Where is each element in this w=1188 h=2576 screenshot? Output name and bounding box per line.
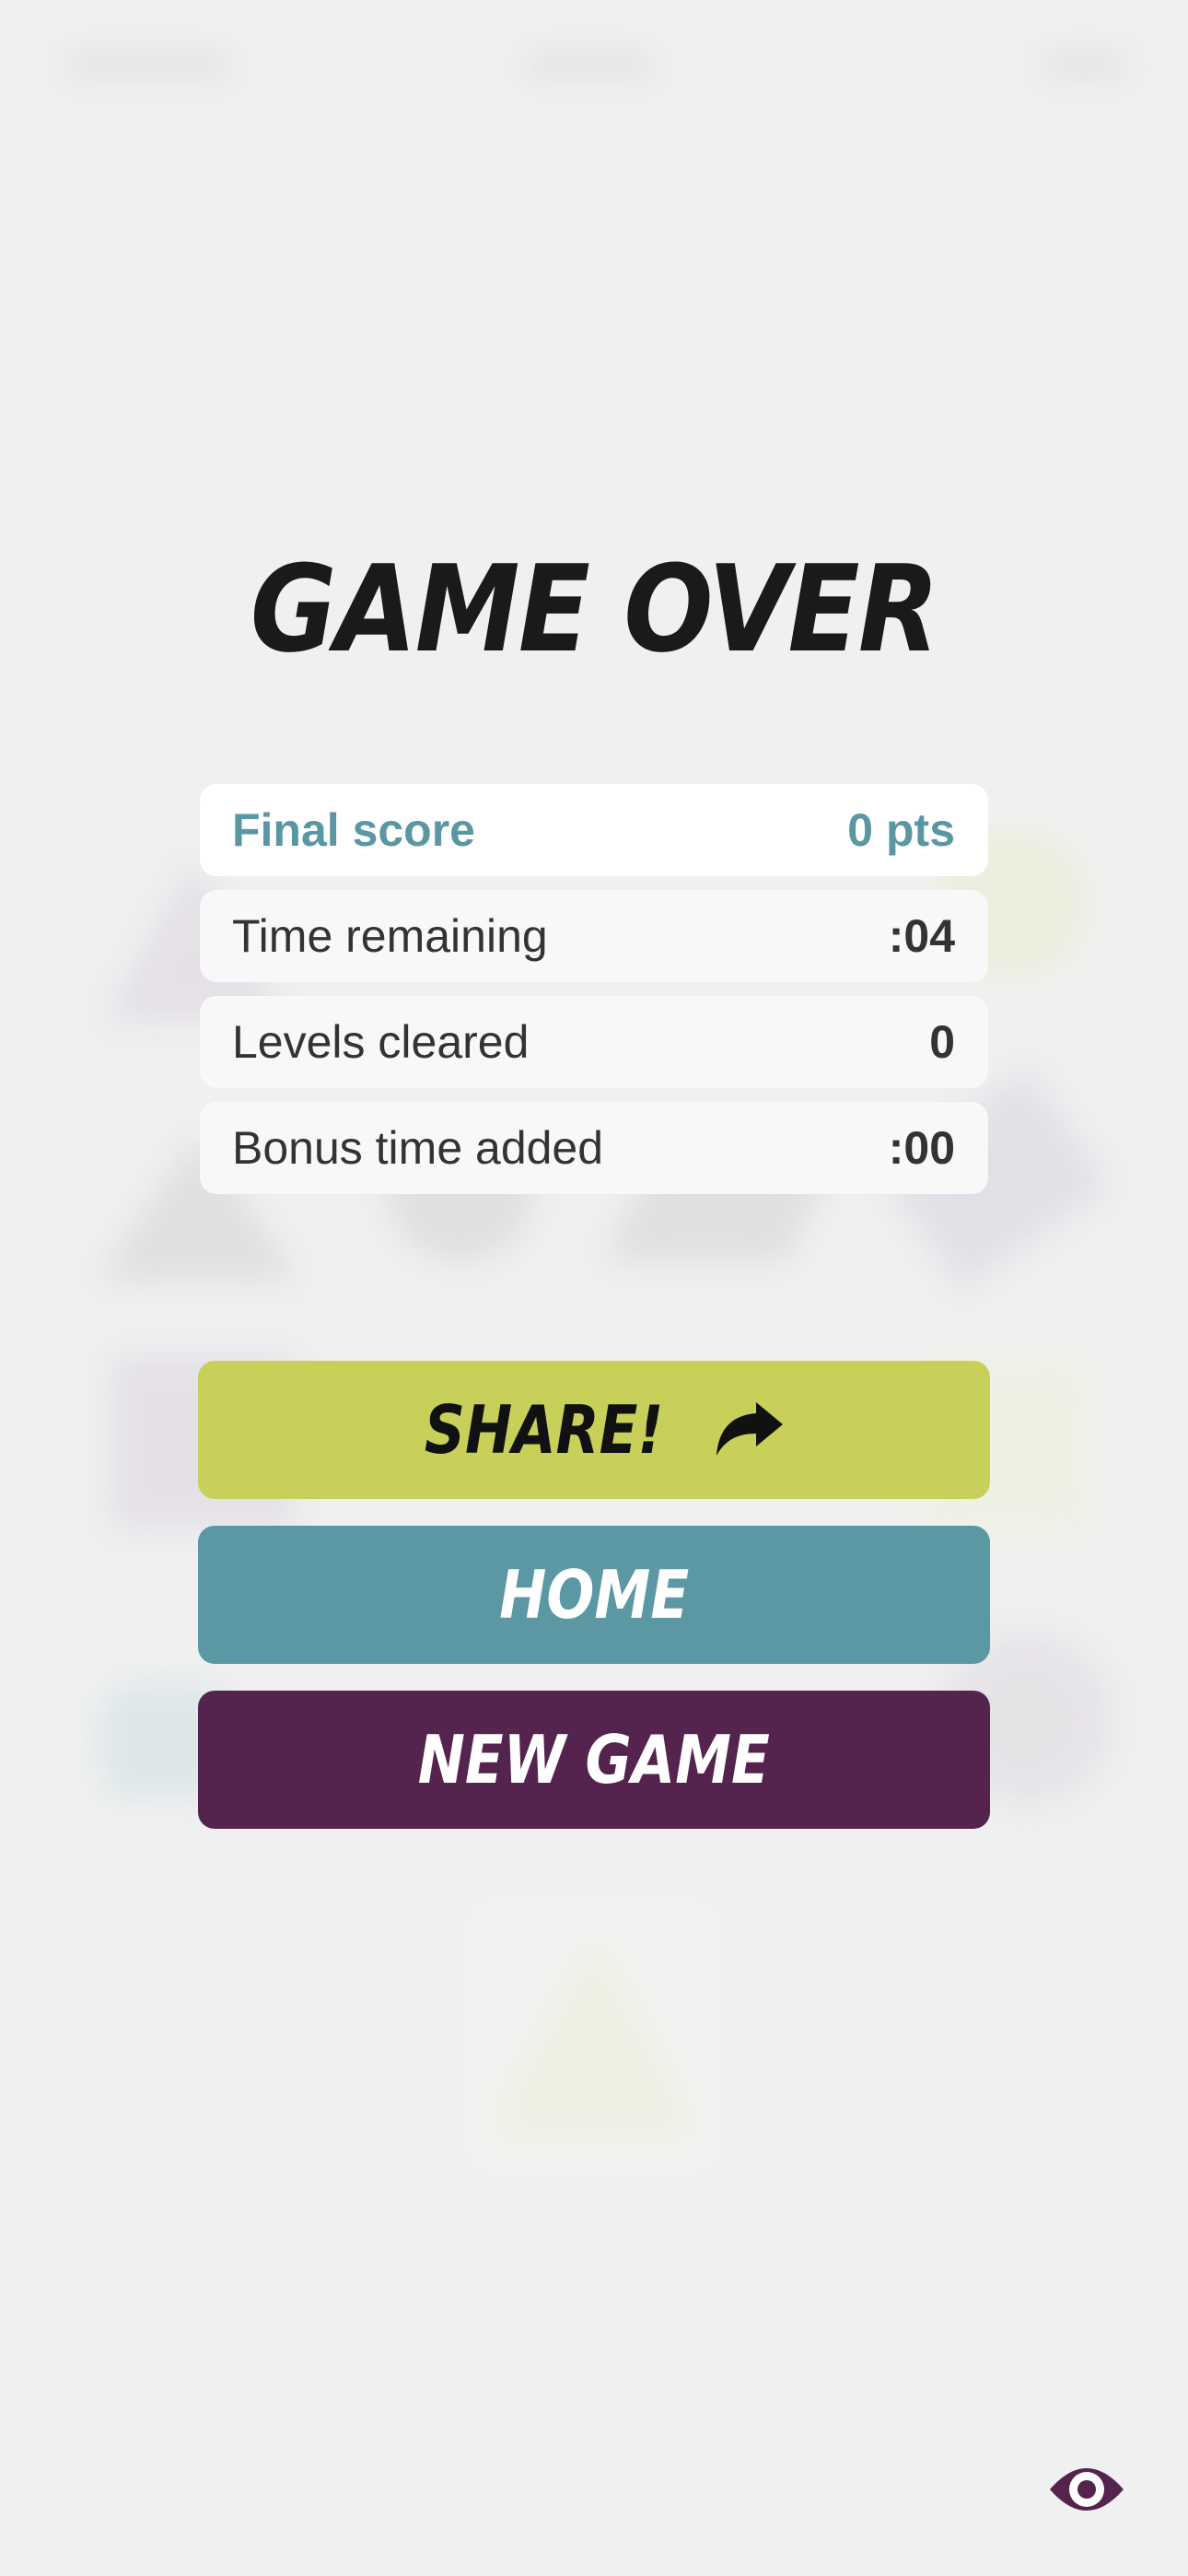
- share-button-label: SHARE!: [425, 1391, 664, 1469]
- stat-value: 0 pts: [847, 804, 955, 856]
- stat-label: Final score: [232, 804, 475, 856]
- stat-row-levels-cleared: Levels cleared 0: [200, 996, 988, 1088]
- share-button[interactable]: SHARE!: [198, 1361, 990, 1499]
- stat-value: :04: [888, 910, 955, 962]
- stat-label: Bonus time added: [232, 1122, 604, 1174]
- game-over-title: GAME OVER: [250, 539, 939, 679]
- eye-icon: [1050, 2468, 1124, 2511]
- stat-label: Time remaining: [232, 910, 548, 962]
- blurred-game-board: [0, 0, 1188, 2576]
- view-board-button[interactable]: [1048, 2456, 1125, 2523]
- stat-row-time-remaining: Time remaining :04: [200, 890, 988, 982]
- bg-header-right: [1041, 53, 1128, 77]
- stat-row-final-score: Final score 0 pts: [200, 784, 988, 876]
- bg-header-left: [64, 53, 230, 77]
- new-game-button-label: NEW GAME: [417, 1721, 771, 1798]
- stat-row-bonus-time: Bonus time added :00: [200, 1102, 988, 1194]
- home-button[interactable]: HOME: [198, 1526, 990, 1664]
- home-button-label: HOME: [499, 1556, 689, 1633]
- stats-panel: Final score 0 pts Time remaining :04 Lev…: [200, 784, 988, 1208]
- stat-value: 0: [929, 1016, 955, 1068]
- stat-label: Levels cleared: [232, 1016, 530, 1068]
- share-arrow-icon: [716, 1402, 783, 1456]
- bg-header-center: [525, 53, 654, 77]
- new-game-button[interactable]: NEW GAME: [198, 1691, 990, 1829]
- bg-preview-triangle: [483, 1935, 705, 2137]
- bg-preview-box: [465, 1898, 723, 2174]
- stat-value: :00: [888, 1122, 955, 1174]
